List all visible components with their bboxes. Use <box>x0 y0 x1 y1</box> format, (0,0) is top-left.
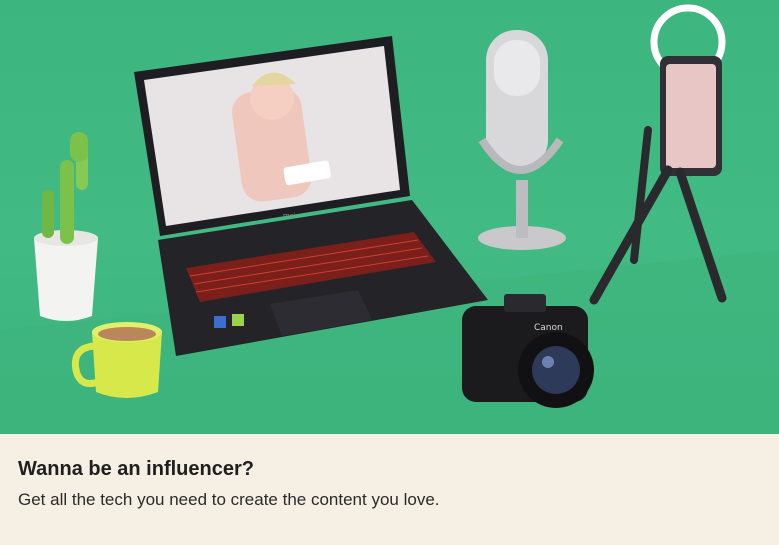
camera: Canon <box>462 294 594 408</box>
hero-illustration: msi Canon <box>0 4 779 434</box>
hero-image[interactable]: msi Canon <box>0 0 779 434</box>
card-title[interactable]: Wanna be an influencer? <box>18 457 254 481</box>
microphone <box>478 30 566 250</box>
cactus-plant <box>34 132 98 321</box>
promo-card[interactable]: msi Canon Wanna be an influencer? Get al… <box>0 0 779 545</box>
ring-light-tripod <box>589 4 727 305</box>
card-subtitle: Get all the tech you need to create the … <box>18 490 440 509</box>
laptop: msi <box>134 36 488 356</box>
camera-logo: Canon <box>534 323 563 333</box>
